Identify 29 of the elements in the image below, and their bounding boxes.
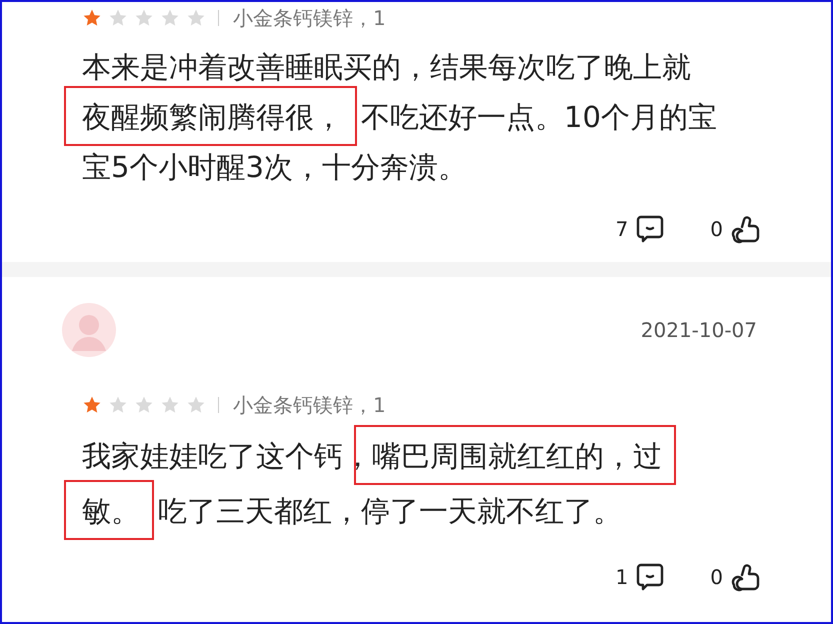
highlighted-text: 夜醒频繁闹腾得很， — [64, 86, 357, 146]
highlighted-text: 敏。 — [64, 480, 154, 540]
comment-count: 7 — [616, 217, 628, 241]
comment-icon[interactable] — [636, 562, 664, 592]
product-variant: 小金条钙镁锌，1 — [233, 392, 386, 418]
star-icon — [82, 8, 102, 28]
review-text: 宝5个小时醒3次，十分奔溃。 — [82, 150, 467, 184]
review-text: 不吃还好一点。10个月的宝 — [361, 100, 717, 134]
star-icon — [160, 8, 180, 28]
star-icon — [186, 395, 206, 415]
review-date: 2021-10-07 — [640, 318, 757, 342]
star-icon — [186, 8, 206, 28]
like-count: 0 — [710, 565, 723, 589]
review-text: 本来是冲着改善睡眠买的，结果每次吃了晚上就 — [82, 50, 691, 84]
star-icon — [134, 395, 154, 415]
star-icon — [82, 395, 102, 415]
star-icon — [134, 8, 154, 28]
comment-icon[interactable] — [636, 214, 664, 244]
thumbs-up-icon[interactable] — [731, 214, 761, 244]
star-icon — [108, 8, 128, 28]
star-icon — [108, 395, 128, 415]
like-count: 0 — [710, 217, 723, 241]
product-variant: 小金条钙镁锌，1 — [233, 4, 386, 32]
review-text: 吃了三天都红，停了一天就不红了。 — [158, 494, 622, 528]
thumbs-up-icon[interactable] — [731, 562, 761, 592]
review-text: 我家娃娃吃了这个钙， — [82, 439, 372, 473]
star-icon — [160, 395, 180, 415]
avatar-icon — [62, 303, 116, 357]
comment-count: 1 — [616, 565, 628, 589]
